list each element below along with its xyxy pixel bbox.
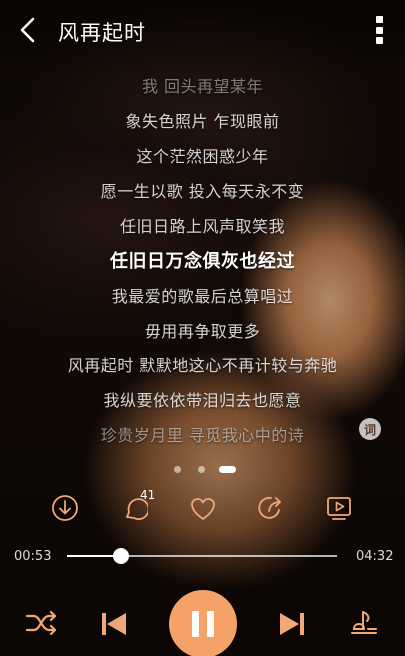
next-icon: [280, 613, 304, 635]
download-button[interactable]: [51, 494, 79, 522]
lyric-line: 象失色照片 乍现眼前: [125, 112, 280, 131]
page-dot: [198, 466, 205, 473]
page-dot: [174, 466, 181, 473]
heart-icon: [191, 498, 215, 520]
more-vertical-icon: [375, 16, 383, 23]
lyric-line: 我纵要依依带泪归去也愿意: [103, 391, 302, 410]
pause-bar: [207, 611, 214, 637]
total-duration: 04:32: [356, 549, 394, 564]
lyric-line: 我 回头再望某年: [141, 77, 264, 96]
sound-effect-icon: [351, 611, 377, 634]
download-icon: [52, 495, 78, 521]
pause-button[interactable]: [169, 590, 237, 656]
page-dot-active: [219, 466, 236, 473]
action-bar: [0, 494, 405, 526]
elapsed-time: 00:53: [14, 549, 52, 564]
share-button[interactable]: [257, 494, 285, 522]
song-title: 风再起时: [58, 21, 146, 45]
lyric-line: 愿一生以歌 投入每天永不变: [100, 182, 305, 201]
back-arrow-icon: [20, 17, 35, 43]
previous-button[interactable]: [100, 610, 128, 638]
comment-count-badge: 41: [140, 488, 156, 502]
top-bar: 风再起时: [0, 0, 405, 60]
back-button[interactable]: [16, 17, 40, 43]
like-button[interactable]: [189, 495, 217, 523]
previous-icon: [102, 613, 126, 635]
seek-thumb[interactable]: [113, 548, 129, 564]
playback-controls: [0, 590, 405, 656]
more-dot: [375, 37, 383, 44]
sound-effect-button[interactable]: [350, 608, 378, 638]
pause-bar: [192, 611, 199, 637]
share-icon: [258, 496, 281, 519]
video-icon: [327, 497, 351, 520]
progress-bar[interactable]: 00:53 04:32: [0, 545, 405, 569]
lyric-line-current: 任旧日万念俱灰也经过: [110, 251, 295, 272]
lyric-mode-button[interactable]: 词: [359, 418, 381, 440]
shuffle-icon: [25, 610, 57, 636]
more-dot: [375, 26, 383, 34]
lyric-line: 风再起时 默默地这心不再计较与奔驰: [67, 356, 338, 375]
page-indicator: [0, 466, 405, 474]
next-button[interactable]: [278, 610, 306, 638]
shuffle-button[interactable]: [25, 608, 59, 638]
seek-track[interactable]: [67, 548, 337, 564]
music-video-button[interactable]: [325, 494, 353, 522]
lyric-line: 我最爱的歌最后总算唱过: [111, 287, 294, 306]
lyric-line: 珍贵岁月里 寻觅我心中的诗: [100, 426, 305, 445]
lyric-line: 这个茫然困惑少年: [136, 147, 269, 166]
more-options-button[interactable]: [375, 16, 383, 44]
lyric-line: 任旧日路上风声取笑我: [119, 217, 285, 236]
lyric-line: 毋用再争取更多: [144, 322, 261, 341]
pause-icon: [188, 611, 218, 637]
